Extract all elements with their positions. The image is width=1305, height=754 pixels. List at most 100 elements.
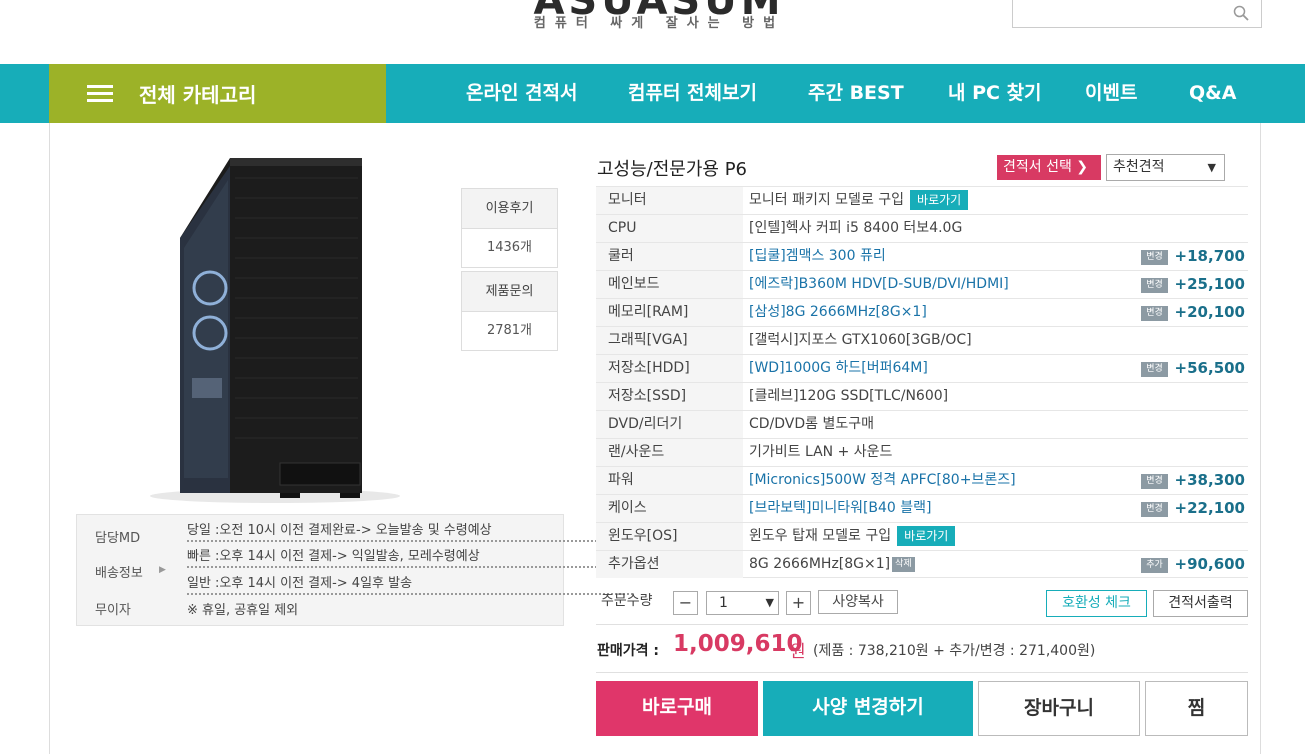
- divider: [187, 566, 633, 568]
- print-quote-button[interactable]: 견적서출력: [1153, 590, 1248, 617]
- copy-spec-button[interactable]: 사양복사: [818, 590, 898, 614]
- spec-value-link[interactable]: [브라보텍]미니타워[B40 블랙]: [749, 495, 932, 522]
- quote-select-button[interactable]: 견적서 선택 ❯: [997, 155, 1101, 180]
- spec-value-link[interactable]: [삼성]8G 2666MHz[8G×1]: [749, 299, 927, 326]
- divider: [596, 624, 1248, 625]
- sale-price-unit: 원: [790, 642, 806, 662]
- nav-find-my-pc[interactable]: 내 PC 찾기: [948, 64, 1042, 123]
- spec-price: +90,600: [1174, 555, 1245, 573]
- spec-row-mainboard: 메인보드 [에즈락]B360M HDV[D-SUB/DVI/HDMI] 변경 +…: [596, 270, 1248, 298]
- spec-key: 파워: [596, 467, 743, 494]
- spec-price: +20,100: [1174, 303, 1245, 321]
- spec-key: 추가옵션: [596, 551, 743, 578]
- shipping-label: 배송정보: [95, 566, 143, 581]
- qna-box[interactable]: 제품문의 2781개: [461, 271, 558, 351]
- spec-row-monitor: 모니터 모니터 패키지 모델로 구입 바로가기: [596, 186, 1248, 214]
- spec-value: [갤럭시]지포스 GTX1060[3GB/OC]: [749, 332, 972, 348]
- spec-value-link[interactable]: [Micronics]500W 정격 APFC[80+브론즈]: [749, 467, 1016, 494]
- spec-row-power: 파워 [Micronics]500W 정격 APFC[80+브론즈] 변경 +3…: [596, 466, 1248, 494]
- goto-button[interactable]: 바로가기: [910, 190, 969, 210]
- qty-plus-button[interactable]: +: [786, 591, 811, 615]
- compat-check-button[interactable]: 호환성 체크: [1046, 590, 1147, 617]
- sale-price-label: 판매가격 :: [597, 643, 659, 659]
- wishlist-button[interactable]: 찜: [1145, 681, 1248, 736]
- spec-value: [인텔]헥사 커피 i5 8400 터보4.0G: [749, 220, 963, 236]
- spec-key: 케이스: [596, 495, 743, 522]
- goto-button[interactable]: 바로가기: [897, 526, 956, 546]
- spec-value-link[interactable]: [WD]1000G 하드[버퍼64M]: [749, 355, 928, 382]
- review-label: 이용후기: [462, 189, 557, 229]
- search-input[interactable]: [1012, 0, 1262, 28]
- spec-row-cpu: CPU [인텔]헥사 커피 i5 8400 터보4.0G: [596, 214, 1248, 242]
- nav-online-quote[interactable]: 온라인 견적서: [466, 64, 578, 123]
- spec-value: 모니터 패키지 모델로 구입 바로가기: [749, 187, 969, 214]
- ship-same-day: 당일 :오전 10시 이전 결제완료-> 오늘발송 및 수령예상: [187, 523, 492, 538]
- divider: [187, 540, 633, 542]
- change-spec-button[interactable]: 사양 변경하기: [763, 681, 973, 736]
- nav-weekly-best[interactable]: 주간 BEST: [808, 64, 904, 123]
- add-badge[interactable]: 추가: [1141, 558, 1168, 573]
- spec-value-link[interactable]: [딥쿨]겜맥스 300 퓨리: [749, 243, 886, 270]
- spec-row-lan: 랜/사운드 기가비트 LAN + 사운드: [596, 438, 1248, 466]
- free-interest-label: 무이자: [95, 603, 131, 618]
- spec-value: 윈도우 탑재 모델로 구입 바로가기: [749, 523, 956, 550]
- nav-event[interactable]: 이벤트: [1085, 64, 1137, 123]
- change-badge[interactable]: 변경: [1141, 278, 1168, 293]
- change-badge[interactable]: 변경: [1141, 362, 1168, 377]
- main-nav: 전체 카테고리 온라인 견적서 컴퓨터 전체보기 주간 BEST 내 PC 찾기…: [0, 64, 1305, 123]
- menu-icon: [87, 84, 113, 103]
- content-border-right: [1260, 123, 1261, 754]
- ship-note: ※ 휴일, 공휴일 제외: [187, 603, 299, 618]
- spec-row-cooler: 쿨러 [딥쿨]겜맥스 300 퓨리 변경 +18,700: [596, 242, 1248, 270]
- spec-value: 8G 2666MHz[8G×1] 삭제: [749, 551, 915, 578]
- quote-dropdown[interactable]: 추천견적 ▼: [1106, 154, 1225, 181]
- spec-row-extra: 추가옵션 8G 2666MHz[8G×1] 삭제 추가 +90,600: [596, 550, 1248, 578]
- spec-value-link[interactable]: [에즈락]B360M HDV[D-SUB/DVI/HDMI]: [749, 271, 1009, 298]
- spec-row-os: 윈도우[OS] 윈도우 탑재 모델로 구입 바로가기: [596, 522, 1248, 550]
- qty-minus-button[interactable]: −: [673, 591, 698, 615]
- price-breakdown: (제품 : 738,210원 + 추가/변경 : 271,400원): [813, 643, 1096, 659]
- spec-key: 모니터: [596, 187, 743, 214]
- spec-row-dvd: DVD/리더기 CD/DVD롬 별도구매: [596, 410, 1248, 438]
- change-badge[interactable]: 변경: [1141, 250, 1168, 265]
- buy-now-button[interactable]: 바로구매: [596, 681, 758, 736]
- spec-key: CPU: [596, 215, 743, 242]
- delete-badge[interactable]: 삭제: [892, 556, 915, 572]
- spec-value-text: 윈도우 탑재 모델로 구입: [749, 528, 892, 544]
- logo-tagline: 컴퓨터 싸게 잘사는 방법: [533, 16, 785, 31]
- nav-all-computers[interactable]: 컴퓨터 전체보기: [628, 64, 757, 123]
- sale-price-value: 1,009,610: [673, 631, 803, 657]
- order-qty-label: 주문수량: [601, 593, 653, 609]
- spec-row-hdd: 저장소[HDD] [WD]1000G 하드[버퍼64M] 변경 +56,500: [596, 354, 1248, 382]
- spec-key: 랜/사운드: [596, 439, 743, 466]
- spec-value-text: 8G 2666MHz[8G×1]: [749, 556, 891, 572]
- chevron-down-icon: ▼: [765, 596, 774, 609]
- triangle-right-icon: ▶: [159, 565, 166, 575]
- all-category-button[interactable]: 전체 카테고리: [49, 64, 386, 123]
- qna-label: 제품문의: [462, 272, 557, 312]
- cart-button[interactable]: 장바구니: [978, 681, 1140, 736]
- change-badge[interactable]: 변경: [1141, 306, 1168, 321]
- search-icon[interactable]: [1233, 5, 1249, 21]
- qty-select[interactable]: 1 ▼: [706, 591, 779, 615]
- change-badge[interactable]: 변경: [1141, 502, 1168, 517]
- product-title: 고성능/전문가용 P6: [597, 159, 748, 180]
- all-category-label: 전체 카테고리: [139, 83, 257, 107]
- nav-qna[interactable]: Q&A: [1189, 64, 1236, 123]
- shipping-info: 담당MD 배송정보 ▶ 무이자 당일 :오전 10시 이전 결제완료-> 오늘발…: [76, 514, 633, 626]
- product-image[interactable]: [140, 158, 400, 503]
- ship-fast: 빠른 :오후 14시 이전 결제-> 익일발송, 모레수령예상: [187, 549, 480, 564]
- spec-table: 모니터 모니터 패키지 모델로 구입 바로가기 CPU [인텔]헥사 커피 i5 …: [596, 186, 1248, 578]
- spec-key: 메모리[RAM]: [596, 299, 743, 326]
- ship-normal: 일반 :오후 14시 이전 결제-> 4일후 발송: [187, 576, 413, 591]
- spec-value-text: 모니터 패키지 모델로 구입: [749, 192, 905, 208]
- spec-row-memory: 메모리[RAM] [삼성]8G 2666MHz[8G×1] 변경 +20,100: [596, 298, 1248, 326]
- quote-dropdown-value: 추천견적: [1113, 159, 1165, 175]
- review-box[interactable]: 이용후기 1436개: [461, 188, 558, 268]
- spec-value: 기가비트 LAN + 사운드: [749, 444, 893, 460]
- review-count: 1436개: [486, 240, 533, 255]
- spec-key: DVD/리더기: [596, 411, 743, 438]
- change-badge[interactable]: 변경: [1141, 474, 1168, 489]
- spec-value: CD/DVD롬 별도구매: [749, 416, 875, 432]
- spec-price: +18,700: [1174, 247, 1245, 265]
